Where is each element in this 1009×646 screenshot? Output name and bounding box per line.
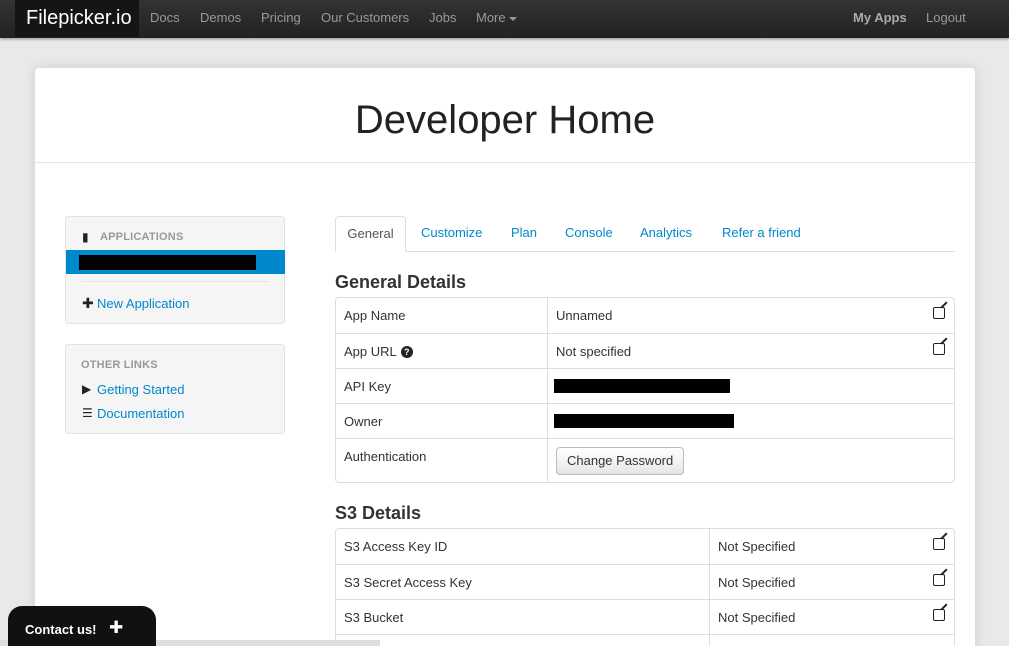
contact-us-button[interactable]: Contact us! ✚ [8,606,156,646]
main-panel: Developer Home ▮ APPLICATIONS ✚ New Appl… [35,68,975,646]
row-label: S3 Secret Access Key [336,564,709,599]
top-navbar: Filepicker.io Docs Demos Pricing Our Cus… [0,0,1009,38]
edit-icon[interactable] [933,574,945,586]
nav-pricing[interactable]: Pricing [261,0,301,37]
applications-header: APPLICATIONS [100,231,184,243]
other-links-panel: OTHER LINKS ▶ Getting Started ☰ Document… [65,344,285,434]
table-row [336,634,954,646]
row-value-cell: Not Specified [709,564,954,599]
row-value-cell: Not specified [547,333,954,368]
row-value-cell [547,403,954,438]
nav-demos[interactable]: Demos [200,0,241,37]
row-label: App Name [344,308,406,323]
row-value-cell: Change Password [547,438,954,482]
table-row: App Name Unnamed [336,298,954,333]
book-icon: ▮ [82,230,89,244]
s3-access-key-value: Not Specified [718,539,796,554]
row-value-cell [547,368,954,403]
edit-icon[interactable] [933,307,945,319]
contact-us-label: Contact us! [25,622,97,637]
caret-down-icon [508,16,517,21]
general-details-table: App Name Unnamed App URL? Not specified … [335,297,955,483]
row-value-cell: Not Specified [709,529,954,564]
row-value-cell: Not Specified [709,599,954,634]
applications-panel: ▮ APPLICATIONS ✚ New Application [65,216,285,324]
row-label-empty [336,634,709,646]
row-label-cell: App URL? [336,333,547,368]
table-row: S3 Secret Access Key Not Specified [336,564,954,599]
nav-jobs[interactable]: Jobs [429,0,456,37]
redacted-owner [554,414,734,428]
row-label: S3 Access Key ID [344,539,448,554]
selected-application[interactable] [66,250,285,274]
row-label: API Key [336,368,547,403]
nav-my-apps[interactable]: My Apps [853,0,907,37]
row-label: Authentication [336,438,547,482]
tab-console[interactable]: Console [565,216,613,252]
s3-secret-key-value: Not Specified [718,574,796,590]
table-row: API Key [336,368,954,403]
redacted-api-key [554,379,730,393]
documentation-link[interactable]: Documentation [97,406,184,421]
getting-started-link[interactable]: Getting Started [97,382,184,397]
brand-logo[interactable]: Filepicker.io [15,0,139,37]
tab-customize[interactable]: Customize [421,216,482,252]
edit-icon[interactable] [933,609,945,621]
nav-docs[interactable]: Docs [150,0,180,37]
edit-icon[interactable] [933,343,945,355]
table-row: Authentication Change Password [336,438,954,482]
plus-icon: ✚ [82,295,94,311]
table-row: App URL? Not specified [336,333,954,368]
table-row: S3 Bucket Not Specified [336,599,954,634]
divider [81,281,269,282]
play-circle-icon: ▶ [82,382,92,396]
s3-bucket-value: Not Specified [718,609,796,625]
page-title: Developer Home [354,98,656,142]
row-label: S3 Bucket [336,599,709,634]
row-label: Owner [336,403,547,438]
edit-icon[interactable] [933,538,945,550]
other-links-header: OTHER LINKS [81,359,158,371]
row-label: App URL [344,343,397,359]
question-icon[interactable]: ? [400,345,413,358]
nav-our-customers[interactable]: Our Customers [321,0,409,37]
tab-refer-a-friend[interactable]: Refer a friend [722,216,801,252]
app-url-value: Not specified [556,343,632,359]
tab-plan[interactable]: Plan [511,216,537,252]
s3-details-table: S3 Access Key ID Not Specified S3 Secret… [335,528,955,646]
app-name-value: Unnamed [556,308,613,323]
nav-more-label: More [476,10,506,25]
tab-general[interactable]: General [335,216,406,252]
tab-analytics[interactable]: Analytics [640,216,692,252]
plus-icon: ✚ [109,618,124,637]
redacted-app-name [79,255,256,270]
nav-logout[interactable]: Logout [926,0,966,37]
change-password-button[interactable]: Change Password [556,446,685,475]
table-row: S3 Access Key ID Not Specified [336,529,954,564]
nav-more-dropdown[interactable]: More [476,0,517,37]
table-row: Owner [336,403,954,438]
general-details-heading: General Details [335,272,467,292]
s3-details-heading: S3 Details [335,503,422,523]
new-application-link[interactable]: New Application [97,296,190,311]
row-value-empty [709,634,954,646]
title-divider [35,162,975,163]
list-icon: ☰ [82,406,93,420]
row-value-cell: Unnamed [547,298,954,333]
